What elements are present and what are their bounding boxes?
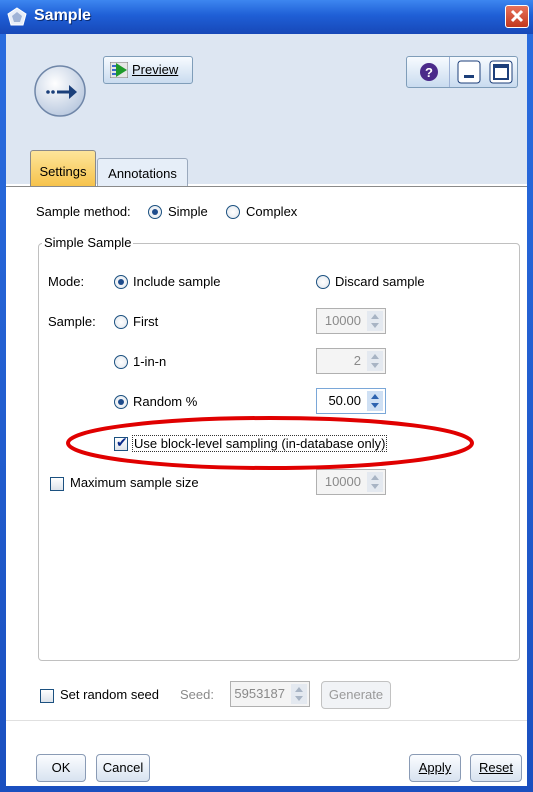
max-sample-size-label: Maximum sample size [70,475,199,490]
simple-sample-group [38,243,520,661]
generate-button[interactable]: Generate [321,681,391,709]
random-percent-label: Random % [133,394,198,409]
spinner-up-icon[interactable] [367,391,383,401]
window-controls: ? [406,56,518,88]
title-bar: Sample [0,0,533,34]
mode-label: Mode: [48,274,85,289]
close-icon [510,9,524,23]
simple-radio-label: Simple [168,204,208,219]
max-sample-size-checkbox[interactable] [50,477,64,491]
spinner-down-icon[interactable] [367,482,383,492]
one-in-n-spinner-arrows[interactable] [367,351,383,371]
one-in-n-value: 2 [353,353,361,368]
complex-radio-label: Complex [246,204,298,219]
one-in-n-radio[interactable] [114,355,128,369]
spinner-up-icon[interactable] [367,472,383,482]
first-label: First [133,314,159,329]
spinner-down-icon[interactable] [367,401,383,411]
random-percent-spinner[interactable]: 50.00 [316,388,386,414]
first-radio[interactable] [114,315,128,329]
footer-divider [6,720,527,721]
complex-radio[interactable] [226,205,240,219]
minimize-icon[interactable] [455,58,483,86]
random-spinner-arrows[interactable] [367,391,383,411]
close-button[interactable] [505,5,529,28]
random-percent-radio[interactable] [114,395,128,409]
sample-node-icon [7,7,27,26]
max-spinner-arrows[interactable] [367,472,383,492]
reset-button[interactable]: Reset [470,754,522,782]
svg-text:?: ? [425,65,433,80]
cancel-button[interactable]: Cancel [96,754,150,782]
discard-sample-radio[interactable] [316,275,330,289]
apply-button[interactable]: Apply [409,754,461,782]
simple-radio[interactable] [148,205,162,219]
spinner-up-icon[interactable] [367,351,383,361]
seed-value: 5953187 [234,686,285,701]
block-level-checkbox[interactable] [114,435,128,451]
spinner-down-icon[interactable] [367,321,383,331]
block-level-label: Use block-level sampling (in-database on… [132,435,388,452]
window-title: Sample [34,7,91,24]
play-preview-icon [110,62,128,78]
include-sample-label: Include sample [133,274,221,289]
tab-annotations[interactable]: Annotations [97,158,188,187]
first-spinner[interactable]: 10000 [316,308,386,334]
ok-button[interactable]: OK [36,754,86,782]
tab-settings-label: Settings [39,164,87,179]
tab-annotations-label: Annotations [108,166,177,181]
preview-button[interactable]: Preview [103,56,193,84]
random-percent-value: 50.00 [328,393,361,408]
spinner-down-icon[interactable] [367,361,383,371]
set-random-seed-checkbox[interactable] [40,689,54,703]
help-icon[interactable]: ? [415,58,443,86]
seed-spinner-arrows[interactable] [291,684,307,704]
include-sample-radio[interactable] [114,275,128,289]
spinner-up-icon[interactable] [367,311,383,321]
preview-label: Preview [132,62,179,77]
spinner-down-icon[interactable] [291,694,307,704]
sample-label: Sample: [48,314,96,329]
tab-settings[interactable]: Settings [30,150,96,187]
one-in-n-spinner[interactable]: 2 [316,348,386,374]
first-value: 10000 [324,313,361,328]
max-sample-size-spinner[interactable]: 10000 [316,469,386,495]
max-sample-size-value: 10000 [324,474,361,489]
tab-divider [6,186,527,187]
divider [449,57,450,87]
maximize-icon[interactable] [487,58,515,86]
one-in-n-label: 1-in-n [133,354,167,369]
discard-sample-label: Discard sample [335,274,425,289]
seed-spinner[interactable]: 5953187 [230,681,310,707]
spinner-up-icon[interactable] [291,684,307,694]
seed-label: Seed: [180,687,214,702]
sample-method-label: Sample method: [36,204,131,219]
simple-sample-group-title: Simple Sample [42,235,134,250]
set-random-seed-label: Set random seed [60,687,160,702]
first-spinner-arrows[interactable] [367,311,383,331]
node-arrow-icon [34,65,86,117]
